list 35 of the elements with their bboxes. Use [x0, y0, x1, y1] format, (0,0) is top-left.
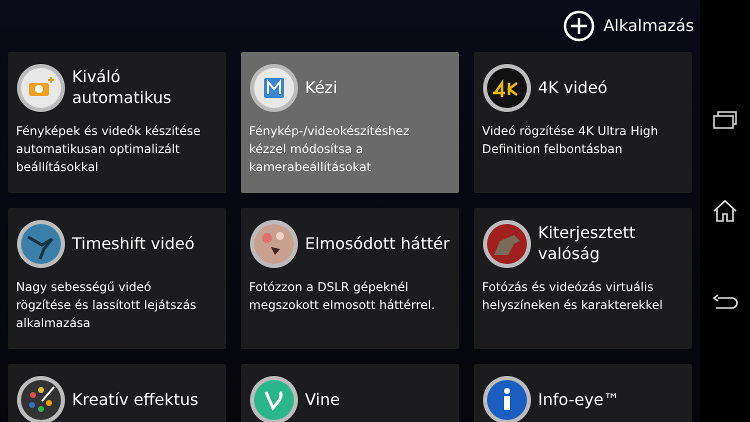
- mode-title: Info-eye™: [538, 390, 620, 410]
- camera-mode-card[interactable]: Kézi Fénykép-/videokészítéshez kézzel módosítsa a kamerabeállításokat: [241, 52, 459, 193]
- 4k-badge-icon: [482, 63, 532, 113]
- info-icon: [482, 375, 532, 422]
- mode-description: Fotózzon a DSLR gépeknél megszokott elmosott háttérrel.: [249, 279, 436, 314]
- plus-circle-icon: [563, 10, 596, 42]
- mode-description: Fotózás és videózás virtuális helyszíneken és karakterekkel: [482, 279, 664, 314]
- paint-palette-icon: [16, 375, 66, 422]
- recent-apps-icon[interactable]: [713, 110, 737, 128]
- mode-description: Fényképek és videók készítése automatikusan optimalizált beállításokkal: [16, 123, 202, 176]
- mode-title: Vine: [305, 390, 340, 410]
- mode-title: Elmosódott háttér: [305, 234, 450, 254]
- home-icon[interactable]: [712, 199, 738, 223]
- mode-title: Timeshift videó: [72, 234, 194, 254]
- camera-mode-card[interactable]: Vine: [241, 364, 459, 422]
- mode-title: Kiváló automatikus: [72, 67, 172, 109]
- camera-mode-card[interactable]: Timeshift videó Nagy sebességű videó rögzítése és lassított lejátszás alkalmazása: [8, 208, 226, 349]
- camera-icon: [16, 63, 66, 113]
- mode-description: Videó rögzítése 4K Ultra High Definition felbontásban: [482, 123, 660, 158]
- camera-mode-card[interactable]: Kiterjesztett valóság Fotózás és videózás virtuális helyszíneken és karakterekkel: [474, 208, 692, 349]
- mode-description: Fénykép-/videokészítéshez kézzel módosítsa a kamerabeállításokat: [249, 123, 410, 176]
- mode-title: Kézi: [305, 78, 338, 98]
- camera-mode-card[interactable]: 4K videó Videó rögzítése 4K Ultra High Definition felbontásban: [474, 52, 692, 193]
- camera-mode-card[interactable]: Kiváló automatikus Fényképek és videók készítése automatikusan optimalizált beállításokkal: [8, 52, 226, 193]
- add-app-button[interactable]: Alkalmazás: [563, 10, 694, 42]
- mode-description: Nagy sebességű videó rögzítése és lassított lejátszás alkalmazása: [16, 279, 198, 332]
- mode-title: 4K videó: [538, 78, 608, 98]
- mode-title: Kreatív effektus: [72, 390, 198, 410]
- letter-m-icon: [249, 63, 299, 113]
- camera-mode-card[interactable]: Kreatív effektus: [8, 364, 226, 422]
- back-icon[interactable]: [712, 294, 738, 312]
- v-logo-icon: [249, 375, 299, 422]
- camera-mode-card[interactable]: Elmosódott háttér Fotózzon a DSLR gépeknél megszokott elmosott háttérrel.: [241, 208, 459, 349]
- camera-mode-card[interactable]: Info-eye™: [474, 364, 692, 422]
- mode-title: Kiterjesztett valóság: [538, 223, 636, 265]
